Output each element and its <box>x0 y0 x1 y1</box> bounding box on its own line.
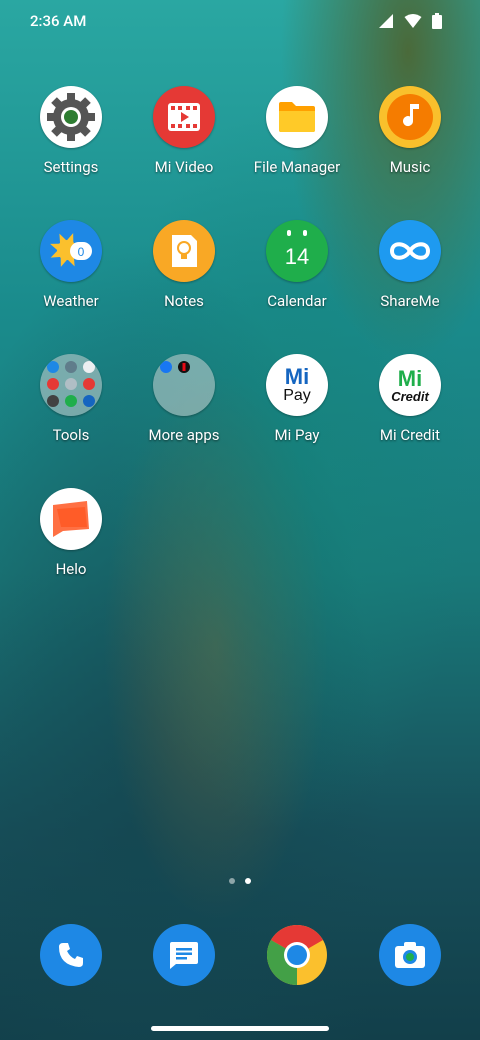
app-label: File Manager <box>253 158 341 176</box>
music-note-icon <box>379 86 441 148</box>
svg-text:14: 14 <box>285 244 309 269</box>
battery-icon <box>432 13 442 29</box>
app-label: Mi Pay <box>274 426 320 444</box>
folder-tools[interactable]: Tools <box>16 354 126 444</box>
app-calendar[interactable]: 14 Calendar <box>242 220 352 310</box>
page-dot[interactable] <box>229 878 235 884</box>
app-label: Calendar <box>267 292 327 310</box>
app-label: Mi Video <box>154 158 214 176</box>
dock <box>0 924 480 988</box>
film-icon <box>153 86 215 148</box>
app-label: Weather <box>43 292 99 310</box>
page-dot-active[interactable] <box>245 878 251 884</box>
app-mi-credit[interactable]: Mi Credit Mi Credit <box>355 354 465 444</box>
app-music[interactable]: Music <box>355 86 465 176</box>
folder-preview-icon <box>40 354 102 416</box>
app-label: Tools <box>52 426 90 444</box>
app-file-manager[interactable]: File Manager <box>242 86 352 176</box>
infinity-icon <box>379 220 441 282</box>
camera-icon[interactable] <box>379 924 441 986</box>
app-notes[interactable]: Notes <box>129 220 239 310</box>
chrome-icon[interactable] <box>266 924 328 986</box>
phone-icon[interactable] <box>40 924 102 986</box>
status-bar: 2:36 AM <box>0 0 480 44</box>
app-label: Settings <box>43 158 99 176</box>
folder-preview-icon <box>153 354 215 416</box>
wifi-icon <box>404 14 422 28</box>
app-label: Mi Credit <box>379 426 441 444</box>
app-label: Notes <box>164 292 204 310</box>
svg-text:0: 0 <box>78 245 85 259</box>
calendar-icon: 14 <box>266 220 328 282</box>
app-label: More apps <box>148 426 220 444</box>
mi-pay-icon: Mi Pay <box>266 354 328 416</box>
status-icons <box>378 13 442 29</box>
app-label: Music <box>389 158 431 176</box>
page-indicator <box>0 878 480 884</box>
app-label: Helo <box>55 560 87 578</box>
app-shareme[interactable]: ShareMe <box>355 220 465 310</box>
weather-sun-icon: 0 <box>40 220 102 282</box>
app-label: ShareMe <box>380 292 440 310</box>
app-mi-pay[interactable]: Mi Pay Mi Pay <box>242 354 352 444</box>
helo-chat-icon <box>40 488 102 550</box>
settings-icon <box>40 86 102 148</box>
messages-icon[interactable] <box>153 924 215 986</box>
notes-lightbulb-icon <box>153 220 215 282</box>
cellular-signal-icon <box>379 14 393 28</box>
app-helo[interactable]: Helo <box>16 488 126 578</box>
app-settings[interactable]: Settings <box>16 86 126 176</box>
home-gesture-bar[interactable] <box>151 1026 329 1031</box>
app-weather[interactable]: 0 Weather <box>16 220 126 310</box>
folder-icon <box>266 86 328 148</box>
folder-more-apps[interactable]: More apps <box>129 354 239 444</box>
app-mi-video[interactable]: Mi Video <box>129 86 239 176</box>
status-clock: 2:36 AM <box>30 12 87 30</box>
mi-credit-icon: Mi Credit <box>379 354 441 416</box>
